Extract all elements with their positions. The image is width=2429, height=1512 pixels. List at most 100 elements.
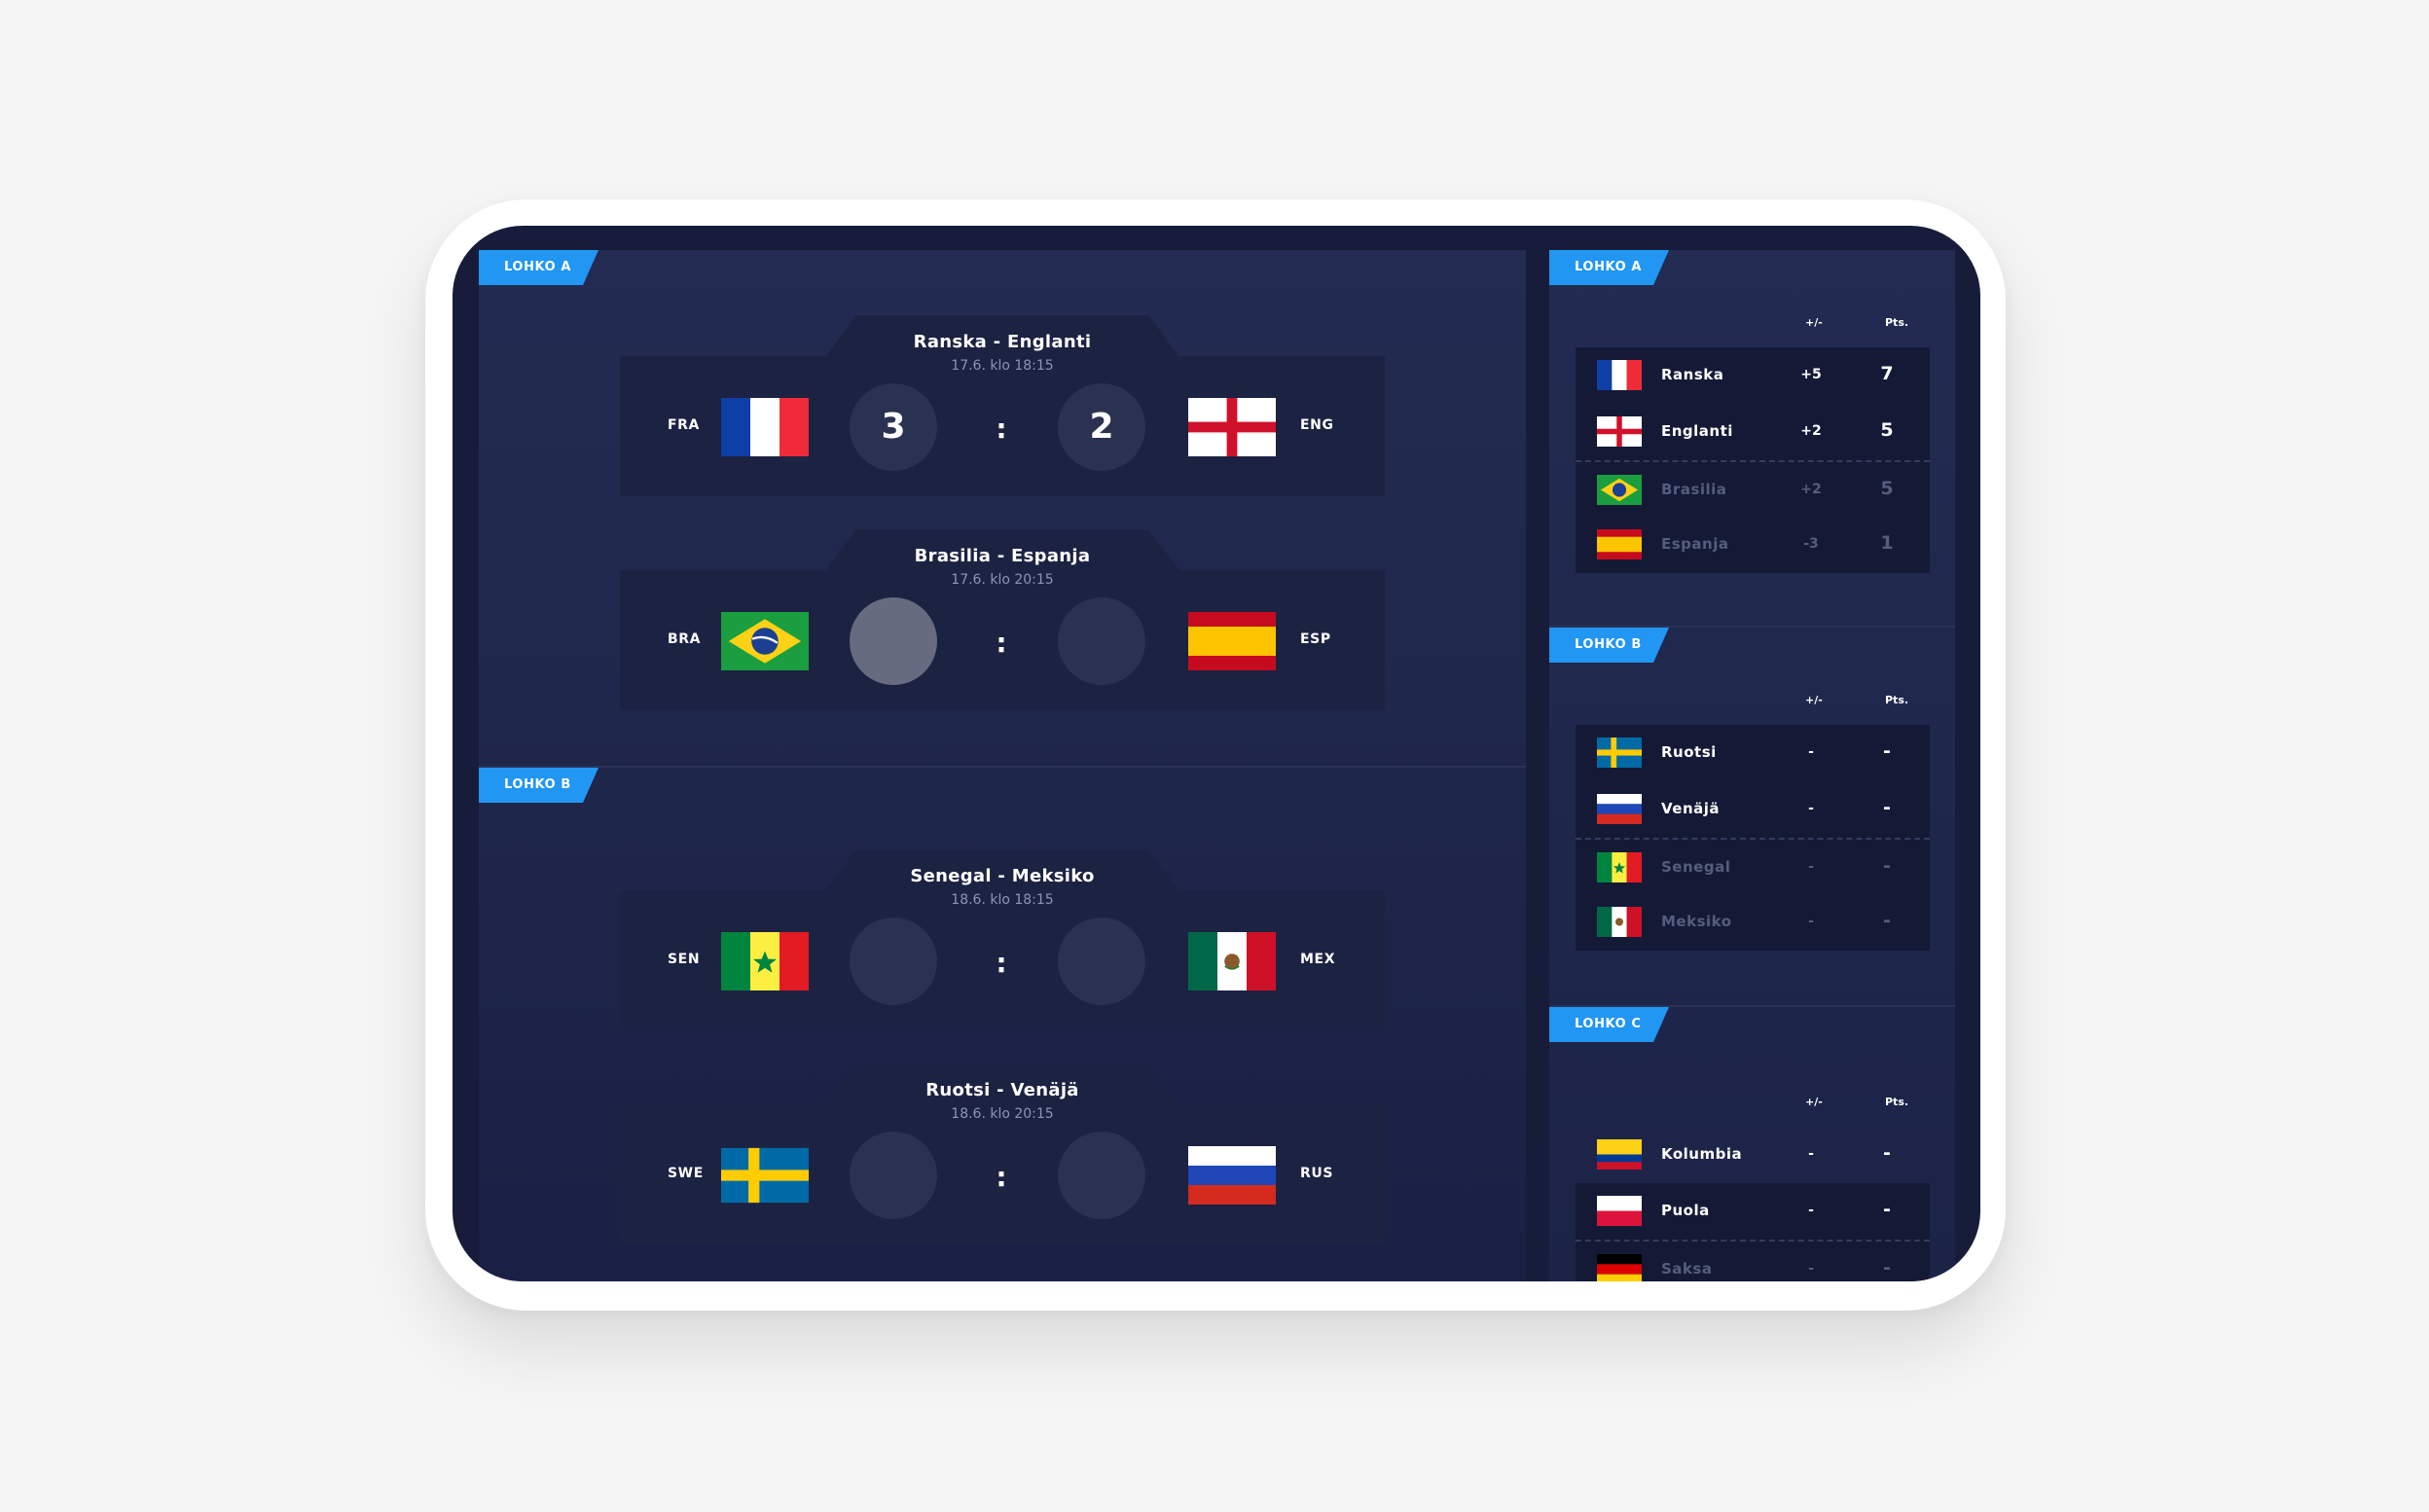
goal-diff: +2: [1800, 482, 1822, 497]
home-score-input[interactable]: [850, 1132, 937, 1219]
points: -: [1883, 1142, 1891, 1164]
team-name: Brasilia: [1661, 481, 1727, 498]
standings-row[interactable]: Meksiko - -: [1576, 894, 1930, 951]
points-header: Pts.: [1885, 1096, 1909, 1108]
russia-flag-icon: [1188, 1146, 1276, 1205]
match-card-swe-rus[interactable]: Ruotsi - Venäjä 18.6. klo 20:15 SWE : RU…: [620, 1063, 1385, 1244]
goal-diff: -: [1808, 914, 1814, 929]
england-flag-icon: [1188, 398, 1276, 456]
match-title: Ranska - Englanti: [913, 332, 1092, 352]
spain-flag-icon: [1597, 529, 1642, 559]
germany-flag-icon: [1597, 1254, 1642, 1281]
mexico-flag-icon: [1188, 932, 1276, 990]
standings-row[interactable]: Senegal - -: [1576, 838, 1930, 894]
team-name: Puola: [1661, 1202, 1710, 1219]
home-team-code: SEN: [668, 952, 701, 967]
points: -: [1883, 855, 1891, 877]
match-time: 18.6. klo 20:15: [951, 1106, 1054, 1122]
match-time: 17.6. klo 20:15: [951, 572, 1054, 588]
away-score-input[interactable]: [1058, 597, 1145, 685]
standings-row[interactable]: Ranska +5 7: [1576, 347, 1930, 404]
france-flag-icon: [721, 398, 809, 456]
points: 7: [1880, 363, 1894, 384]
team-name: Espanja: [1661, 535, 1729, 553]
away-score-input[interactable]: [1058, 1132, 1145, 1219]
standings-row[interactable]: Venäjä - -: [1576, 781, 1930, 838]
mexico-flag-icon: [1597, 907, 1642, 937]
standings-row[interactable]: Saksa - -: [1576, 1240, 1930, 1281]
app-screen: LOHKO A Ranska - Englanti 17.6. klo 18:1…: [453, 226, 1980, 1281]
home-score-input[interactable]: [850, 918, 937, 1005]
away-score-input[interactable]: [1058, 918, 1145, 1005]
away-score[interactable]: 2: [1058, 383, 1145, 471]
goal-diff: -: [1808, 801, 1814, 816]
match-title: Senegal - Meksiko: [910, 866, 1095, 886]
group-divider: [1549, 1005, 1955, 1007]
score-separator: :: [996, 947, 1007, 979]
sweden-flag-icon: [721, 1146, 809, 1205]
match-time: 18.6. klo 18:15: [951, 892, 1054, 908]
score-separator: :: [996, 413, 1007, 445]
russia-flag-icon: [1597, 794, 1642, 824]
standings-row[interactable]: Ruotsi - -: [1576, 725, 1930, 781]
goal-diff-header: +/-: [1805, 316, 1823, 329]
goal-diff-header: +/-: [1805, 694, 1823, 706]
standings-row[interactable]: Brasilia +2 5: [1576, 460, 1930, 517]
points: -: [1883, 910, 1891, 931]
brazil-flag-icon: [721, 612, 809, 670]
england-flag-icon: [1597, 416, 1642, 447]
poland-flag-icon: [1597, 1196, 1642, 1226]
points: -: [1883, 1199, 1891, 1220]
score-separator: :: [996, 627, 1007, 659]
goal-diff: +2: [1800, 423, 1822, 439]
match-time: 17.6. klo 18:15: [951, 358, 1054, 374]
group-divider: [1549, 626, 1955, 628]
goal-diff: +5: [1800, 367, 1822, 382]
team-name: Ranska: [1661, 366, 1724, 383]
match-title: Brasilia - Espanja: [914, 546, 1091, 566]
standings-row[interactable]: Englanti +2 5: [1576, 404, 1930, 460]
group-divider: [479, 766, 1526, 768]
senegal-flag-icon: [721, 932, 809, 990]
match-card-sen-mex[interactable]: Senegal - Meksiko 18.6. klo 18:15 SEN : …: [620, 849, 1385, 1030]
team-name: Meksiko: [1661, 913, 1732, 930]
home-team-code: SWE: [668, 1166, 704, 1181]
goal-diff-header: +/-: [1805, 1096, 1823, 1108]
points: -: [1883, 1257, 1891, 1278]
goal-diff: -: [1808, 744, 1814, 760]
standings-row[interactable]: Puola - -: [1576, 1183, 1930, 1240]
away-team-code: ESP: [1300, 631, 1331, 647]
home-score-input[interactable]: [850, 597, 937, 685]
away-team-code: ENG: [1300, 417, 1334, 433]
group-b-tag: LOHKO B: [479, 768, 598, 803]
standings-group-c-tag: LOHKO C: [1549, 1007, 1669, 1042]
away-team-code: MEX: [1300, 952, 1336, 967]
home-team-code: BRA: [668, 631, 702, 647]
goal-diff: -: [1808, 1261, 1814, 1277]
goal-diff: -: [1808, 1146, 1814, 1162]
standings-row[interactable]: Espanja -3 1: [1576, 517, 1930, 573]
standings-row[interactable]: Kolumbia - -: [1576, 1127, 1930, 1183]
france-flag-icon: [1597, 360, 1642, 390]
team-name: Venäjä: [1661, 800, 1721, 817]
team-name: Ruotsi: [1661, 743, 1717, 761]
points: 5: [1880, 478, 1894, 499]
team-name: Kolumbia: [1661, 1145, 1743, 1163]
points: -: [1883, 797, 1891, 818]
standings-group-a-tag: LOHKO A: [1549, 250, 1669, 285]
sweden-flag-icon: [1597, 738, 1642, 768]
match-card-bra-esp[interactable]: Brasilia - Espanja 17.6. klo 20:15 BRA :…: [620, 529, 1385, 710]
points-header: Pts.: [1885, 694, 1909, 706]
group-a-tag: LOHKO A: [479, 250, 598, 285]
points-header: Pts.: [1885, 316, 1909, 329]
colombia-flag-icon: [1597, 1139, 1642, 1170]
home-score[interactable]: 3: [850, 383, 937, 471]
score-separator: :: [996, 1161, 1007, 1193]
goal-diff: -: [1808, 1203, 1814, 1218]
standings-panel: LOHKO A +/- Pts. Ranska +5 7 Englanti +2…: [1549, 250, 1955, 1281]
away-team-code: RUS: [1300, 1166, 1334, 1181]
senegal-flag-icon: [1597, 852, 1642, 882]
brazil-flag-icon: [1597, 475, 1642, 505]
match-card-fra-eng[interactable]: Ranska - Englanti 17.6. klo 18:15 FRA 3 …: [620, 315, 1385, 496]
match-schedule-panel: LOHKO A Ranska - Englanti 17.6. klo 18:1…: [479, 250, 1526, 1281]
